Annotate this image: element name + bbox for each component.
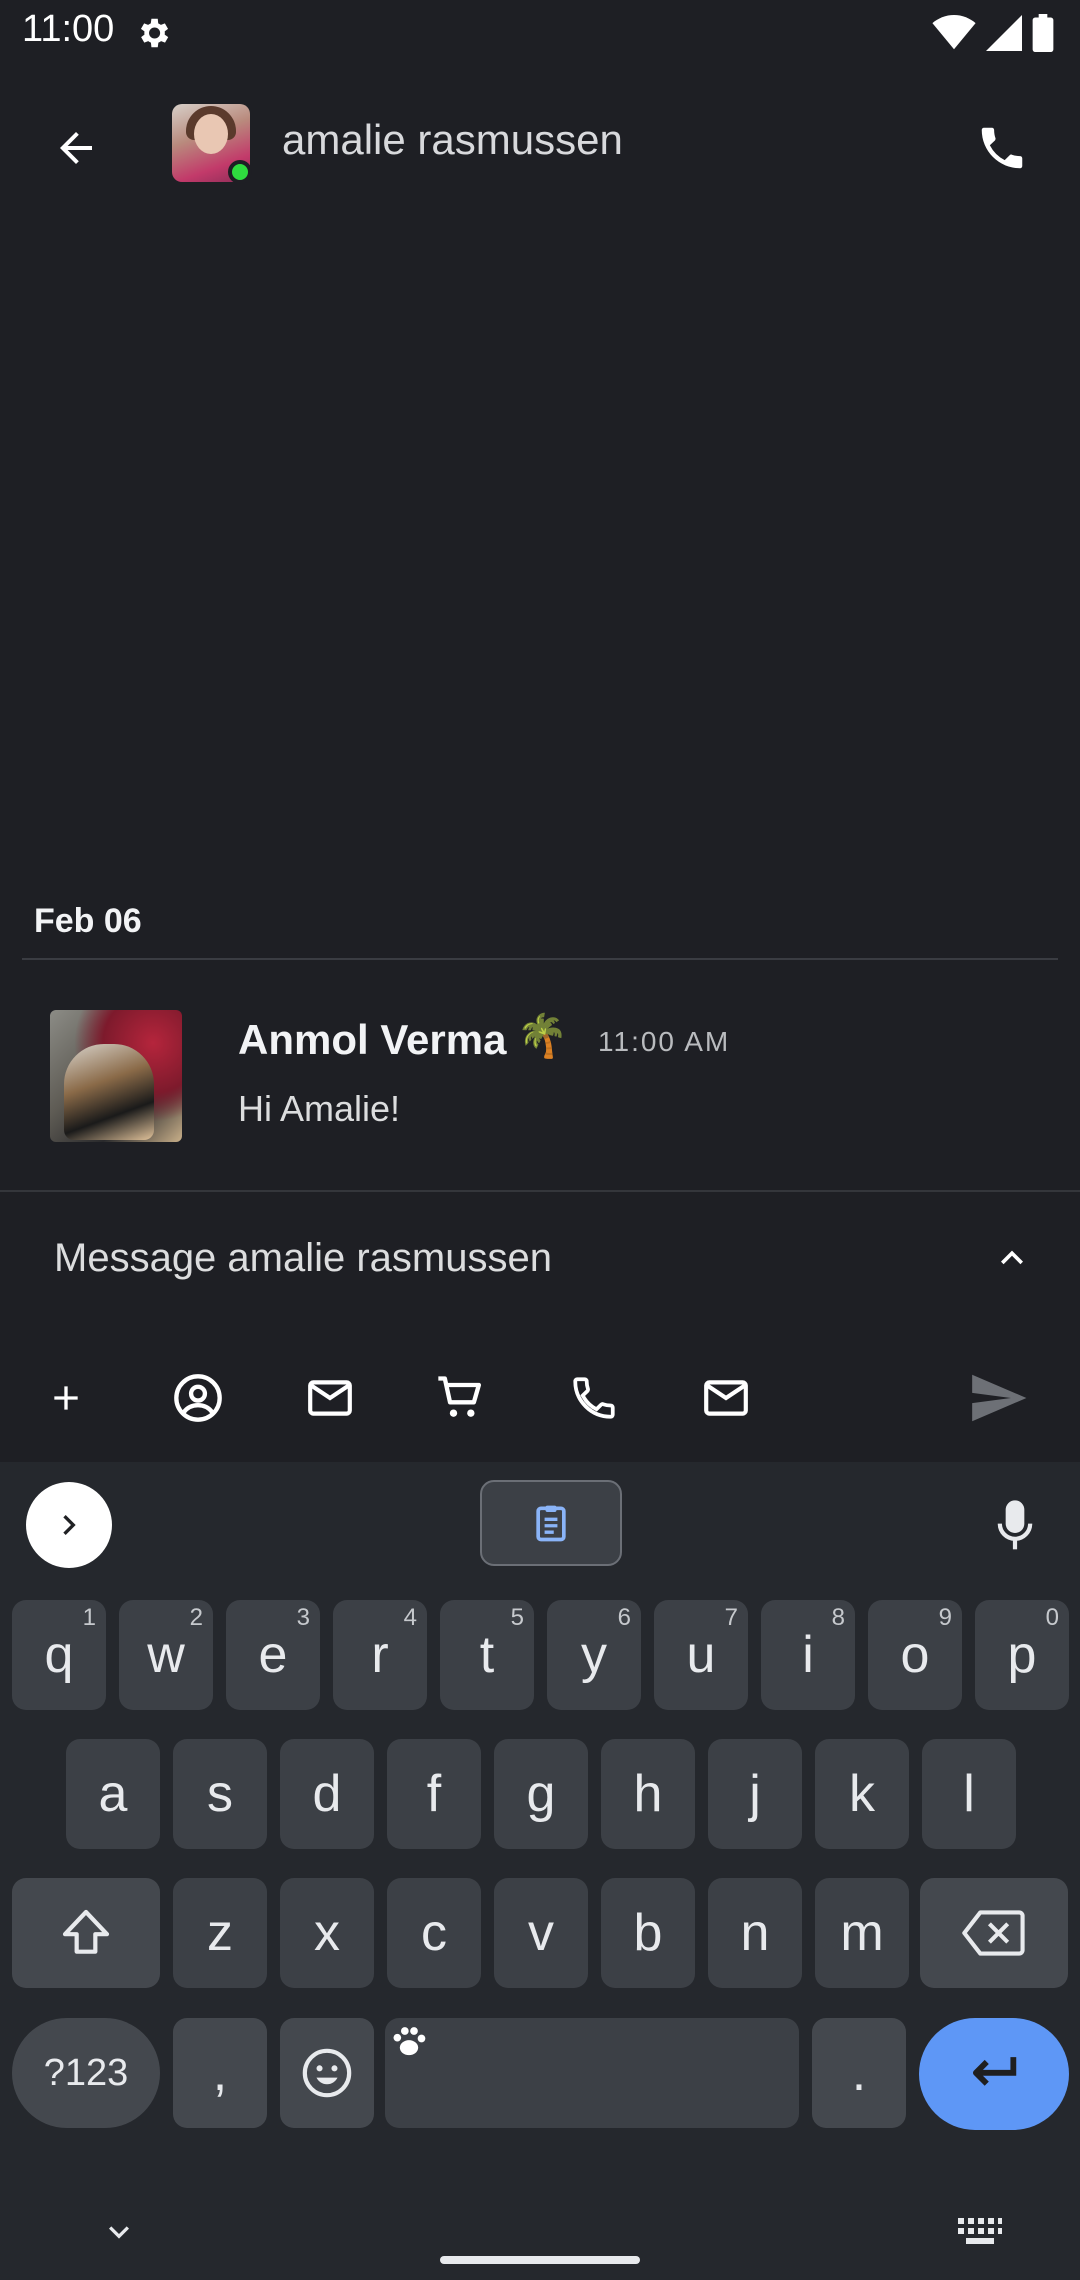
- shift-key[interactable]: [12, 1878, 160, 1988]
- phone-icon: [981, 127, 1023, 169]
- profile-button[interactable]: [162, 1362, 234, 1434]
- key-f[interactable]: f: [387, 1739, 481, 1849]
- paw-icon: [393, 2027, 426, 2056]
- key-r[interactable]: r4: [333, 1600, 427, 1710]
- email-shortcut-button[interactable]: [690, 1362, 762, 1434]
- on-screen-keyboard: q1 w2 e3 r4 t5 y6 u7 i8 o9 p0 a s d f g …: [0, 1462, 1080, 2280]
- date-separator-label: Feb 06: [34, 902, 142, 940]
- wifi-icon: [932, 15, 976, 51]
- signal-icon: [986, 15, 1022, 51]
- switch-keyboard-button[interactable]: [940, 2202, 1020, 2262]
- key-s[interactable]: s: [173, 1739, 267, 1849]
- email-button[interactable]: [294, 1362, 366, 1434]
- period-key[interactable]: .: [812, 2018, 906, 2128]
- shop-button[interactable]: [424, 1362, 496, 1434]
- phone-shortcut-button[interactable]: [558, 1362, 630, 1434]
- keyboard-expand-button[interactable]: [26, 1482, 112, 1568]
- comma-key[interactable]: ,: [173, 2018, 267, 2128]
- keyboard-nav-bar: [0, 2176, 1080, 2280]
- composer-divider: [0, 1190, 1080, 1192]
- add-icon: [54, 1386, 78, 1410]
- key-g[interactable]: g: [494, 1739, 588, 1849]
- emoji-icon: [302, 2048, 352, 2098]
- key-c[interactable]: c: [387, 1878, 481, 1988]
- key-l[interactable]: l: [922, 1739, 1016, 1849]
- battery-icon: [1032, 14, 1054, 52]
- key-j[interactable]: j: [708, 1739, 802, 1849]
- key-q[interactable]: q1: [12, 1600, 106, 1710]
- author-status-emoji: 🌴: [516, 1012, 569, 1059]
- arrow-left-icon: [60, 132, 92, 164]
- user-circle-icon: [174, 1374, 222, 1422]
- space-key[interactable]: [385, 2018, 799, 2128]
- status-time: 11:00: [22, 8, 115, 50]
- key-m[interactable]: m: [815, 1878, 909, 1988]
- microphone-icon: [997, 1500, 1033, 1550]
- contact-name[interactable]: amalie rasmussen: [282, 116, 623, 164]
- key-y[interactable]: y6: [547, 1600, 641, 1710]
- composer-toolbar: [0, 1352, 1080, 1444]
- shift-arrow-icon: [62, 1909, 110, 1954]
- key-a[interactable]: a: [66, 1739, 160, 1849]
- clipboard-icon: [536, 1505, 566, 1542]
- settings-gear-icon: [134, 14, 172, 52]
- voice-call-button[interactable]: [964, 110, 1040, 186]
- symbols-key[interactable]: ?123: [12, 2018, 160, 2128]
- key-b[interactable]: b: [601, 1878, 695, 1988]
- backspace-key[interactable]: [920, 1878, 1068, 1988]
- key-t[interactable]: t5: [440, 1600, 534, 1710]
- clipboard-button[interactable]: [480, 1480, 622, 1566]
- message-author[interactable]: Anmol Verma: [238, 1016, 506, 1064]
- collapse-composer-button[interactable]: [980, 1226, 1044, 1290]
- chevron-up-icon: [1001, 1250, 1023, 1265]
- status-bar: 11:00: [0, 0, 1080, 66]
- back-button[interactable]: [40, 112, 112, 184]
- date-divider: [22, 958, 1058, 960]
- key-i[interactable]: i8: [761, 1600, 855, 1710]
- contact-avatar[interactable]: [172, 104, 252, 184]
- hide-keyboard-button[interactable]: [84, 2202, 154, 2262]
- key-w[interactable]: w2: [119, 1600, 213, 1710]
- key-x[interactable]: x: [280, 1878, 374, 1988]
- emoji-key[interactable]: [280, 2018, 374, 2128]
- author-avatar[interactable]: [50, 1010, 182, 1142]
- enter-key[interactable]: [919, 2018, 1069, 2130]
- key-n[interactable]: n: [708, 1878, 802, 1988]
- message-item[interactable]: Anmol Verma 🌴 11:00 AM Hi Amalie!: [0, 990, 1080, 1150]
- voice-input-button[interactable]: [980, 1486, 1050, 1566]
- key-d[interactable]: d: [280, 1739, 374, 1849]
- mail-icon: [308, 1380, 352, 1416]
- key-z[interactable]: z: [173, 1878, 267, 1988]
- message-timestamp: 11:00 AM: [598, 1026, 731, 1057]
- send-button[interactable]: [956, 1362, 1040, 1434]
- online-status-indicator: [228, 160, 252, 184]
- gesture-nav-handle[interactable]: [440, 2256, 640, 2264]
- key-k[interactable]: k: [815, 1739, 909, 1849]
- key-p[interactable]: p0: [975, 1600, 1069, 1710]
- conversation-header: amalie rasmussen: [0, 66, 1080, 216]
- chevron-right-icon: [63, 1515, 76, 1535]
- key-o[interactable]: o9: [868, 1600, 962, 1710]
- key-u[interactable]: u7: [654, 1600, 748, 1710]
- cart-icon: [438, 1376, 482, 1417]
- add-attachment-button[interactable]: [30, 1362, 102, 1434]
- enter-arrow-icon: [972, 2057, 1017, 2086]
- key-v[interactable]: v: [494, 1878, 588, 1988]
- backspace-icon: [962, 1910, 1025, 1956]
- mail-icon: [704, 1380, 748, 1416]
- send-icon: [972, 1374, 1027, 1422]
- message-input[interactable]: Message amalie rasmussen: [54, 1236, 552, 1281]
- key-h[interactable]: h: [601, 1739, 695, 1849]
- keyboard-icon: [958, 2218, 1002, 2244]
- key-e[interactable]: e3: [226, 1600, 320, 1710]
- chevron-down-icon: [109, 2226, 129, 2239]
- message-text: Hi Amalie!: [238, 1088, 401, 1129]
- phone-icon: [573, 1377, 615, 1419]
- keyboard-suggestion-bar: [0, 1462, 1080, 1578]
